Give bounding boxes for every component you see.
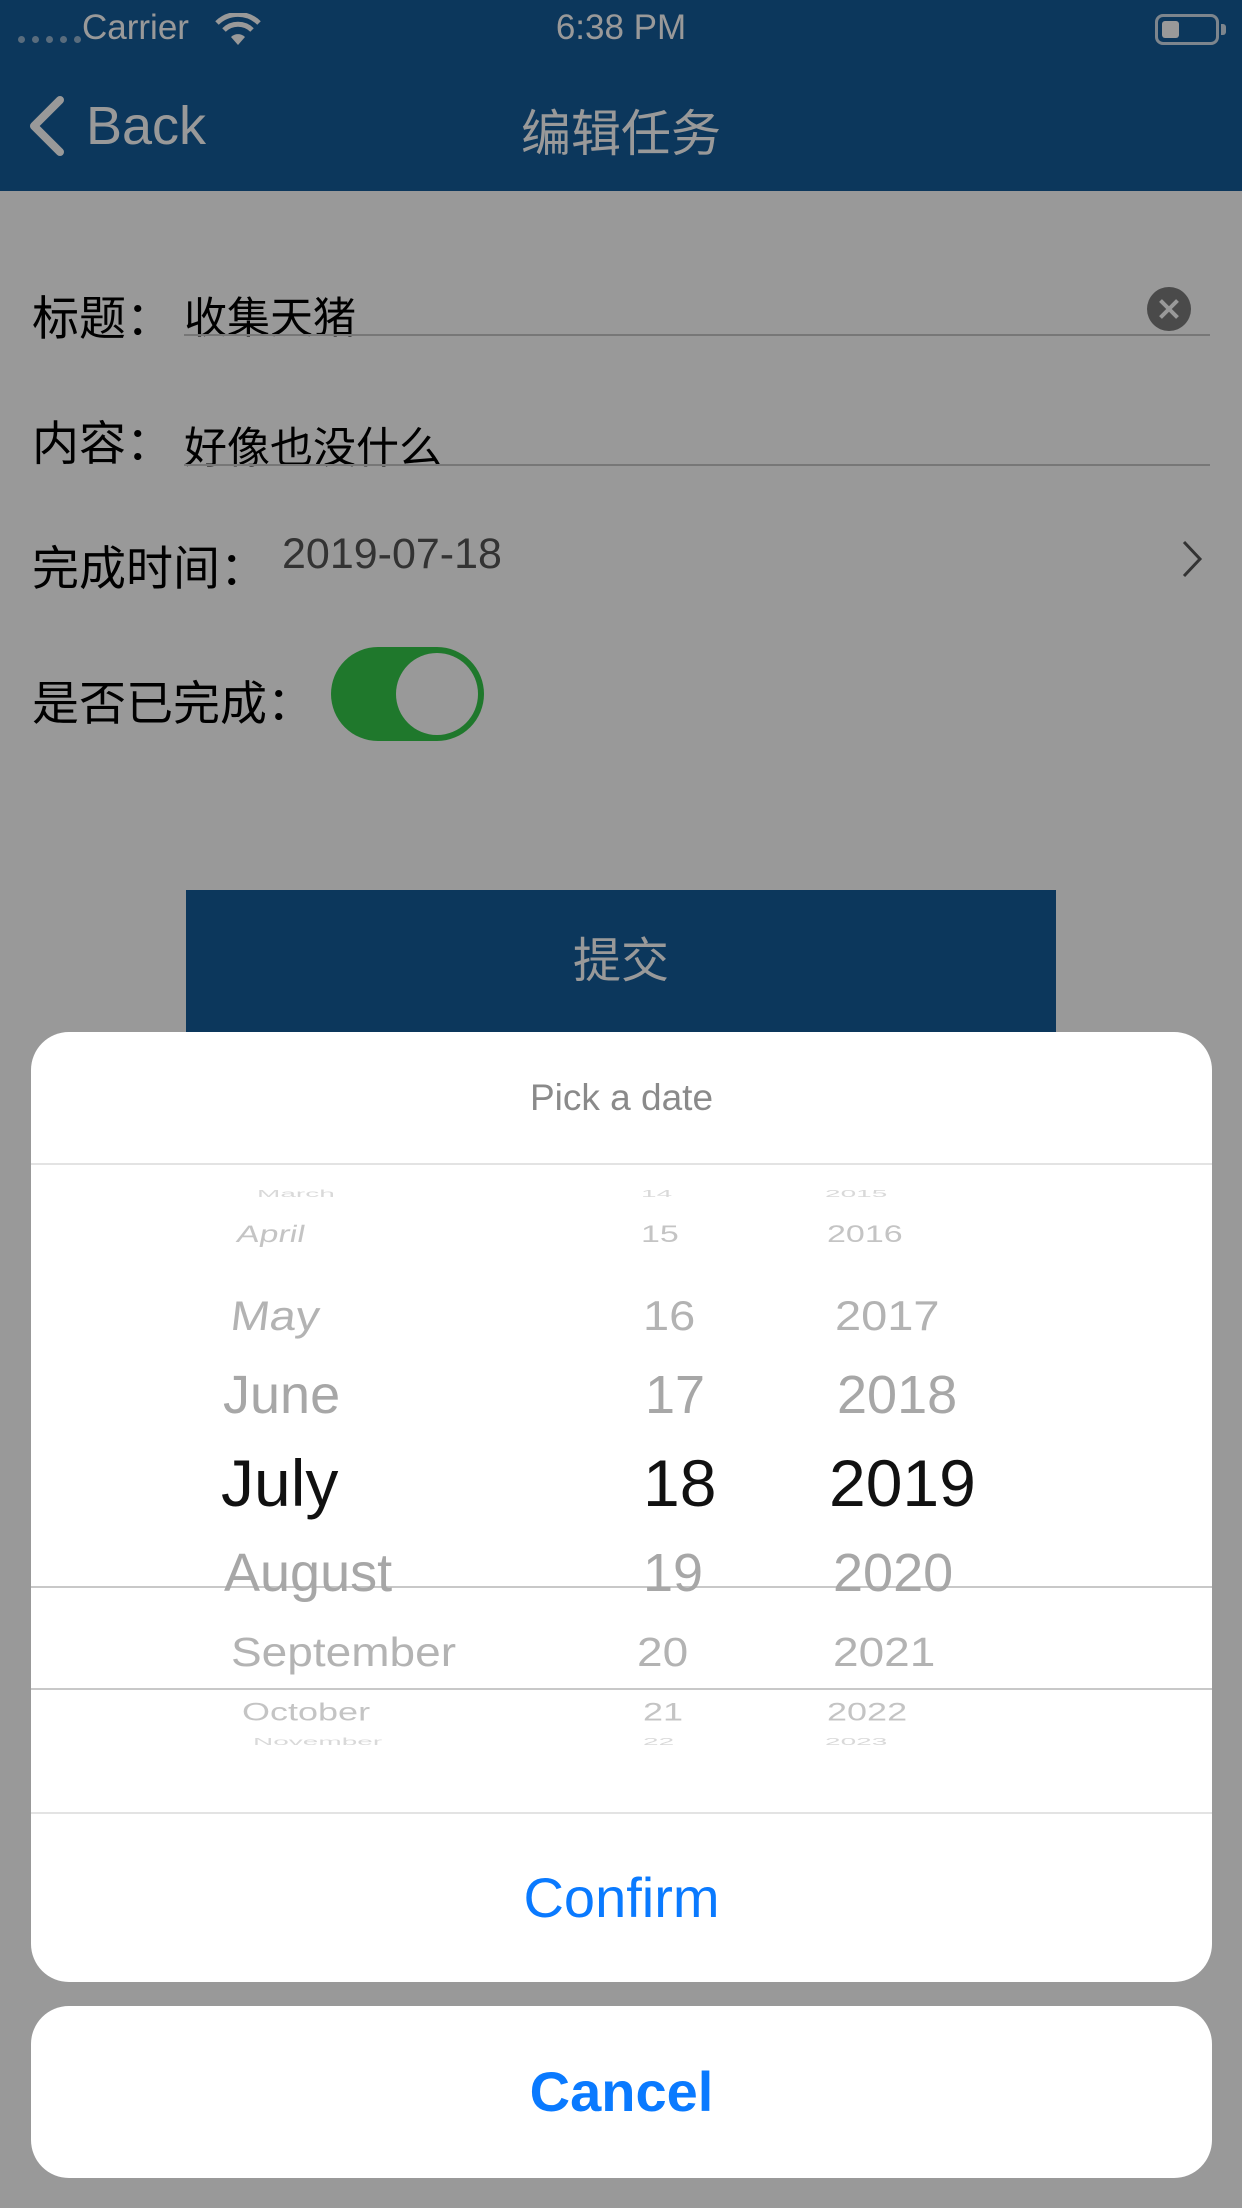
year-option[interactable]: 2015: [825, 1188, 887, 1199]
day-option[interactable]: 20: [637, 1628, 688, 1676]
day-option[interactable]: 21: [643, 1697, 683, 1726]
day-option[interactable]: 22: [643, 1736, 674, 1747]
month-option[interactable]: October: [242, 1697, 370, 1726]
month-option[interactable]: May: [228, 1291, 323, 1339]
year-option[interactable]: 2017: [835, 1291, 940, 1339]
date-picker-wheel[interactable]: March April May June July August Septemb…: [31, 1184, 1212, 1784]
month-option[interactable]: September: [231, 1628, 456, 1676]
year-option[interactable]: 2018: [837, 1364, 957, 1426]
cancel-button[interactable]: Cancel: [31, 2006, 1212, 2178]
day-option[interactable]: 19: [643, 1542, 703, 1604]
month-option[interactable]: March: [257, 1188, 335, 1199]
day-option[interactable]: 15: [641, 1221, 679, 1248]
year-option[interactable]: 2021: [833, 1628, 935, 1676]
divider: [31, 1163, 1212, 1165]
day-option[interactable]: 14: [641, 1188, 672, 1199]
day-option[interactable]: 17: [645, 1364, 705, 1426]
month-option[interactable]: November: [253, 1736, 382, 1747]
picker-title: Pick a date: [529, 1077, 714, 1118]
year-option-selected[interactable]: 2019: [829, 1445, 976, 1521]
confirm-button[interactable]: Confirm: [31, 1814, 1212, 1982]
month-option[interactable]: June: [223, 1364, 340, 1426]
day-option-selected[interactable]: 18: [643, 1445, 716, 1521]
year-option[interactable]: 2023: [825, 1736, 887, 1747]
year-option[interactable]: 2020: [833, 1542, 953, 1604]
month-option-selected[interactable]: July: [221, 1445, 338, 1521]
day-option[interactable]: 16: [643, 1291, 695, 1339]
month-option[interactable]: August: [224, 1542, 392, 1604]
month-option[interactable]: April: [234, 1221, 307, 1248]
year-option[interactable]: 2016: [827, 1221, 903, 1248]
date-picker-sheet: Pick a date March April May June July Au…: [31, 1032, 1212, 1982]
year-option[interactable]: 2022: [827, 1697, 907, 1726]
selection-indicator: [31, 1586, 1212, 1690]
